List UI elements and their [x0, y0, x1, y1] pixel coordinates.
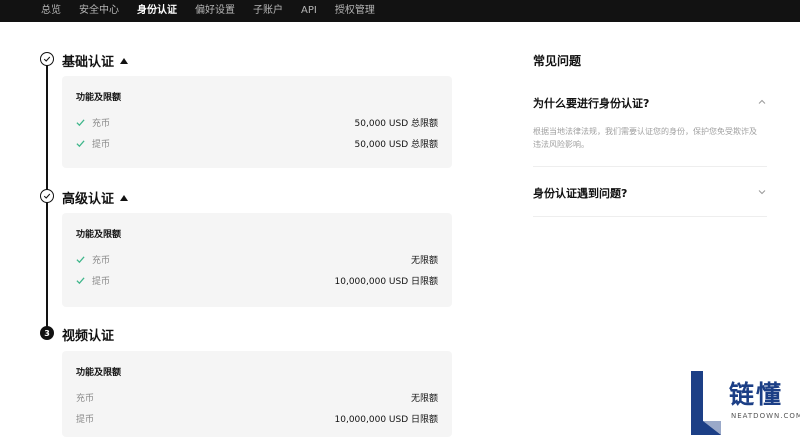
faq-question-row[interactable]: 身份认证遇到问题? — [533, 185, 767, 201]
card-title: 功能及限额 — [76, 93, 122, 103]
faq-question: 为什么要进行身份认证? — [533, 97, 650, 110]
step-1-title[interactable]: 基础认证 — [62, 51, 129, 70]
step-3-title: 视频认证 — [62, 325, 114, 344]
nav-item-api[interactable]: API — [301, 0, 317, 22]
nav-item-authorization[interactable]: 授权管理 — [335, 0, 375, 22]
limit-label: 提币 — [92, 140, 111, 150]
limit-row: 提币 10,000,000 USD 日限额 — [76, 408, 438, 429]
limit-label: 充币 — [92, 256, 111, 266]
check-icon — [76, 255, 88, 264]
faq-item-verification-problems[interactable]: 身份认证遇到问题? — [533, 185, 767, 217]
caret-up-icon — [120, 194, 129, 201]
card-title: 功能及限额 — [76, 368, 122, 378]
limit-label: 提币 — [92, 277, 111, 287]
check-icon — [43, 56, 51, 62]
logo-en-text: NEATDOWN.COM — [731, 412, 800, 420]
limit-row: 提币 10,000,000 USD 日限额 — [76, 270, 438, 291]
logo-l-mark-icon — [691, 371, 721, 435]
limit-row: 提币 50,000 USD 总限额 — [76, 133, 438, 154]
caret-up-icon — [120, 57, 129, 64]
watermark-logo: 链懂 NEATDOWN.COM — [683, 367, 800, 437]
nav-item-overview[interactable]: 总览 — [41, 0, 61, 22]
limit-row: 充币 无限额 — [76, 249, 438, 270]
step-2-limits-card: 功能及限额 充币 无限额 提币 10,000,000 USD 日限额 — [62, 213, 452, 307]
limit-value: 无限额 — [410, 256, 438, 266]
limit-label: 充币 — [92, 119, 111, 129]
step-2-title-text: 高级认证 — [62, 192, 115, 207]
faq-title: 常见问题 — [533, 54, 582, 68]
check-icon — [43, 193, 51, 199]
check-icon — [76, 276, 88, 285]
limit-value: 10,000,000 USD 日限额 — [334, 415, 438, 425]
card-title: 功能及限额 — [76, 230, 122, 240]
step-1-limits-card: 功能及限额 充币 50,000 USD 总限额 提币 50,000 USD 总限… — [62, 76, 452, 168]
step-1-title-text: 基础认证 — [62, 55, 115, 70]
limit-label: 充币 — [76, 394, 95, 404]
step-2-done-icon — [40, 189, 54, 203]
faq-item-why-verify[interactable]: 为什么要进行身份认证? 根据当地法律法规，我们需要认证您的身份，保护您免受欺诈及… — [533, 95, 767, 167]
step-2-title[interactable]: 高级认证 — [62, 188, 129, 207]
step-1-done-icon — [40, 52, 54, 66]
limit-value: 无限额 — [410, 394, 438, 404]
faq-answer: 根据当地法律法规，我们需要认证您的身份，保护您免受欺诈及违法风险影响。 — [533, 127, 757, 149]
nav-item-preferences[interactable]: 偏好设置 — [195, 0, 235, 22]
check-icon — [76, 139, 88, 148]
limit-value: 50,000 USD 总限额 — [354, 119, 438, 129]
faq-question-row[interactable]: 为什么要进行身份认证? — [533, 95, 767, 111]
limit-row: 充币 无限额 — [76, 387, 438, 408]
chevron-down-icon[interactable] — [757, 187, 767, 200]
nav-item-identity-verification[interactable]: 身份认证 — [137, 0, 177, 22]
check-icon — [76, 118, 88, 127]
limit-value: 50,000 USD 总限额 — [354, 140, 438, 150]
limit-label: 提币 — [76, 415, 95, 425]
logo-cn-text: 链懂 — [729, 380, 784, 409]
chevron-up-icon[interactable] — [757, 97, 767, 110]
top-nav: 总览 安全中心 身份认证 偏好设置 子账户 API 授权管理 — [0, 0, 800, 22]
step-3-title-text: 视频认证 — [62, 329, 115, 344]
nav-item-security-center[interactable]: 安全中心 — [79, 0, 119, 22]
nav-item-sub-accounts[interactable]: 子账户 — [253, 0, 283, 22]
faq-question: 身份认证遇到问题? — [533, 187, 628, 200]
step-3-limits-card: 功能及限额 充币 无限额 提币 10,000,000 USD 日限额 — [62, 351, 452, 437]
limit-value: 10,000,000 USD 日限额 — [334, 277, 438, 287]
limit-row: 充币 50,000 USD 总限额 — [76, 112, 438, 133]
step-3-number-badge: 3 — [40, 326, 54, 340]
